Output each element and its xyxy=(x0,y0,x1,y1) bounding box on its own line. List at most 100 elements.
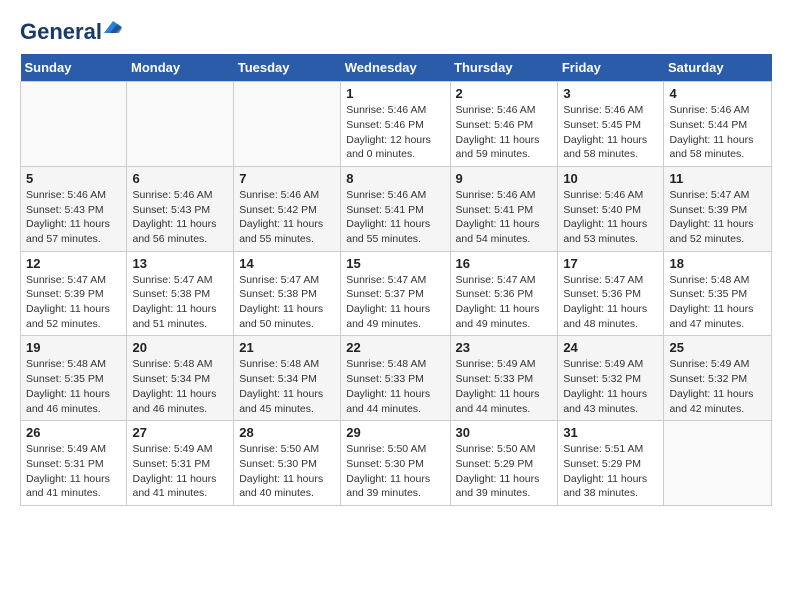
calendar-cell: 30 Sunrise: 5:50 AM Sunset: 5:29 PM Dayli… xyxy=(450,421,558,506)
calendar-cell: 13 Sunrise: 5:47 AM Sunset: 5:38 PM Dayli… xyxy=(127,251,234,336)
day-info: Sunrise: 5:48 AM Sunset: 5:35 PM Dayligh… xyxy=(26,357,121,416)
day-info: Sunrise: 5:47 AM Sunset: 5:39 PM Dayligh… xyxy=(26,273,121,332)
calendar-cell: 8 Sunrise: 5:46 AM Sunset: 5:41 PM Daylig… xyxy=(341,166,450,251)
calendar-cell xyxy=(234,82,341,167)
day-number: 8 xyxy=(346,171,444,186)
weekday-header-saturday: Saturday xyxy=(664,54,772,82)
weekday-header-sunday: Sunday xyxy=(21,54,127,82)
day-info: Sunrise: 5:50 AM Sunset: 5:30 PM Dayligh… xyxy=(346,442,444,501)
calendar-cell: 6Sunrise: 5:46 AM Sunset: 5:43 PM Daylig… xyxy=(127,166,234,251)
calendar-cell: 11 Sunrise: 5:47 AM Sunset: 5:39 PM Dayli… xyxy=(664,166,772,251)
day-number: 16 xyxy=(456,256,553,271)
day-info: Sunrise: 5:50 AM Sunset: 5:29 PM Dayligh… xyxy=(456,442,553,501)
day-number: 28 xyxy=(239,425,335,440)
weekday-header-row: SundayMondayTuesdayWednesdayThursdayFrid… xyxy=(21,54,772,82)
day-number: 3 xyxy=(563,86,658,101)
weekday-header-wednesday: Wednesday xyxy=(341,54,450,82)
day-info: Sunrise: 5:50 AM Sunset: 5:30 PM Dayligh… xyxy=(239,442,335,501)
weekday-header-thursday: Thursday xyxy=(450,54,558,82)
calendar-week-row: 19 Sunrise: 5:48 AM Sunset: 5:35 PM Dayli… xyxy=(21,336,772,421)
calendar-cell: 24 Sunrise: 5:49 AM Sunset: 5:32 PM Dayli… xyxy=(558,336,664,421)
calendar-cell: 22Sunrise: 5:48 AM Sunset: 5:33 PM Dayli… xyxy=(341,336,450,421)
calendar-cell: 25Sunrise: 5:49 AM Sunset: 5:32 PM Dayli… xyxy=(664,336,772,421)
day-info: Sunrise: 5:46 AM Sunset: 5:46 PM Dayligh… xyxy=(456,103,553,162)
day-info: Sunrise: 5:47 AM Sunset: 5:39 PM Dayligh… xyxy=(669,188,766,247)
day-number: 25 xyxy=(669,340,766,355)
calendar-week-row: 1 Sunrise: 5:46 AM Sunset: 5:46 PM Daylig… xyxy=(21,82,772,167)
day-number: 4 xyxy=(669,86,766,101)
day-number: 14 xyxy=(239,256,335,271)
calendar-cell xyxy=(664,421,772,506)
day-number: 18 xyxy=(669,256,766,271)
calendar-cell: 3 Sunrise: 5:46 AM Sunset: 5:45 PM Daylig… xyxy=(558,82,664,167)
day-info: Sunrise: 5:48 AM Sunset: 5:34 PM Dayligh… xyxy=(239,357,335,416)
day-info: Sunrise: 5:46 AM Sunset: 5:44 PM Dayligh… xyxy=(669,103,766,162)
day-number: 26 xyxy=(26,425,121,440)
day-number: 7 xyxy=(239,171,335,186)
day-info: Sunrise: 5:47 AM Sunset: 5:36 PM Dayligh… xyxy=(456,273,553,332)
calendar-cell: 20 Sunrise: 5:48 AM Sunset: 5:34 PM Dayli… xyxy=(127,336,234,421)
calendar-cell: 14 Sunrise: 5:47 AM Sunset: 5:38 PM Dayli… xyxy=(234,251,341,336)
calendar-cell: 5 Sunrise: 5:46 AM Sunset: 5:43 PM Daylig… xyxy=(21,166,127,251)
day-number: 19 xyxy=(26,340,121,355)
calendar-week-row: 26 Sunrise: 5:49 AM Sunset: 5:31 PM Dayli… xyxy=(21,421,772,506)
day-info: Sunrise: 5:49 AM Sunset: 5:31 PM Dayligh… xyxy=(132,442,228,501)
day-number: 24 xyxy=(563,340,658,355)
calendar-cell: 21 Sunrise: 5:48 AM Sunset: 5:34 PM Dayli… xyxy=(234,336,341,421)
day-info: Sunrise: 5:49 AM Sunset: 5:33 PM Dayligh… xyxy=(456,357,553,416)
day-number: 6 xyxy=(132,171,228,186)
calendar-cell xyxy=(21,82,127,167)
calendar-cell: 10Sunrise: 5:46 AM Sunset: 5:40 PM Dayli… xyxy=(558,166,664,251)
day-number: 13 xyxy=(132,256,228,271)
day-number: 22 xyxy=(346,340,444,355)
day-number: 21 xyxy=(239,340,335,355)
day-number: 1 xyxy=(346,86,444,101)
day-number: 5 xyxy=(26,171,121,186)
day-number: 23 xyxy=(456,340,553,355)
calendar-cell: 2 Sunrise: 5:46 AM Sunset: 5:46 PM Daylig… xyxy=(450,82,558,167)
calendar-cell: 4 Sunrise: 5:46 AM Sunset: 5:44 PM Daylig… xyxy=(664,82,772,167)
day-info: Sunrise: 5:48 AM Sunset: 5:34 PM Dayligh… xyxy=(132,357,228,416)
calendar-table: SundayMondayTuesdayWednesdayThursdayFrid… xyxy=(20,54,772,506)
logo-general: General xyxy=(20,20,102,44)
calendar-cell: 18Sunrise: 5:48 AM Sunset: 5:35 PM Dayli… xyxy=(664,251,772,336)
day-info: Sunrise: 5:46 AM Sunset: 5:42 PM Dayligh… xyxy=(239,188,335,247)
calendar-cell xyxy=(127,82,234,167)
day-number: 31 xyxy=(563,425,658,440)
day-info: Sunrise: 5:46 AM Sunset: 5:43 PM Dayligh… xyxy=(26,188,121,247)
calendar-cell: 9Sunrise: 5:46 AM Sunset: 5:41 PM Daylig… xyxy=(450,166,558,251)
weekday-header-monday: Monday xyxy=(127,54,234,82)
calendar-week-row: 12 Sunrise: 5:47 AM Sunset: 5:39 PM Dayli… xyxy=(21,251,772,336)
day-number: 12 xyxy=(26,256,121,271)
calendar-week-row: 5 Sunrise: 5:46 AM Sunset: 5:43 PM Daylig… xyxy=(21,166,772,251)
calendar-cell: 15Sunrise: 5:47 AM Sunset: 5:37 PM Dayli… xyxy=(341,251,450,336)
day-info: Sunrise: 5:46 AM Sunset: 5:45 PM Dayligh… xyxy=(563,103,658,162)
day-number: 10 xyxy=(563,171,658,186)
calendar-cell: 29 Sunrise: 5:50 AM Sunset: 5:30 PM Dayli… xyxy=(341,421,450,506)
calendar-cell: 19 Sunrise: 5:48 AM Sunset: 5:35 PM Dayli… xyxy=(21,336,127,421)
day-info: Sunrise: 5:47 AM Sunset: 5:37 PM Dayligh… xyxy=(346,273,444,332)
calendar-cell: 7 Sunrise: 5:46 AM Sunset: 5:42 PM Daylig… xyxy=(234,166,341,251)
day-info: Sunrise: 5:47 AM Sunset: 5:38 PM Dayligh… xyxy=(132,273,228,332)
weekday-header-friday: Friday xyxy=(558,54,664,82)
day-number: 29 xyxy=(346,425,444,440)
logo-icon xyxy=(104,18,122,36)
day-info: Sunrise: 5:49 AM Sunset: 5:32 PM Dayligh… xyxy=(563,357,658,416)
calendar-cell: 17Sunrise: 5:47 AM Sunset: 5:36 PM Dayli… xyxy=(558,251,664,336)
calendar-cell: 31 Sunrise: 5:51 AM Sunset: 5:29 PM Dayli… xyxy=(558,421,664,506)
day-number: 11 xyxy=(669,171,766,186)
day-info: Sunrise: 5:46 AM Sunset: 5:41 PM Dayligh… xyxy=(346,188,444,247)
calendar-cell: 1 Sunrise: 5:46 AM Sunset: 5:46 PM Daylig… xyxy=(341,82,450,167)
calendar-cell: 26 Sunrise: 5:49 AM Sunset: 5:31 PM Dayli… xyxy=(21,421,127,506)
calendar-cell: 27Sunrise: 5:49 AM Sunset: 5:31 PM Dayli… xyxy=(127,421,234,506)
day-info: Sunrise: 5:47 AM Sunset: 5:38 PM Dayligh… xyxy=(239,273,335,332)
day-number: 20 xyxy=(132,340,228,355)
day-info: Sunrise: 5:49 AM Sunset: 5:31 PM Dayligh… xyxy=(26,442,121,501)
page-header: General xyxy=(20,20,772,44)
calendar-cell: 12 Sunrise: 5:47 AM Sunset: 5:39 PM Dayli… xyxy=(21,251,127,336)
day-number: 2 xyxy=(456,86,553,101)
day-info: Sunrise: 5:51 AM Sunset: 5:29 PM Dayligh… xyxy=(563,442,658,501)
day-info: Sunrise: 5:46 AM Sunset: 5:46 PM Dayligh… xyxy=(346,103,444,162)
calendar-cell: 28 Sunrise: 5:50 AM Sunset: 5:30 PM Dayli… xyxy=(234,421,341,506)
day-number: 30 xyxy=(456,425,553,440)
